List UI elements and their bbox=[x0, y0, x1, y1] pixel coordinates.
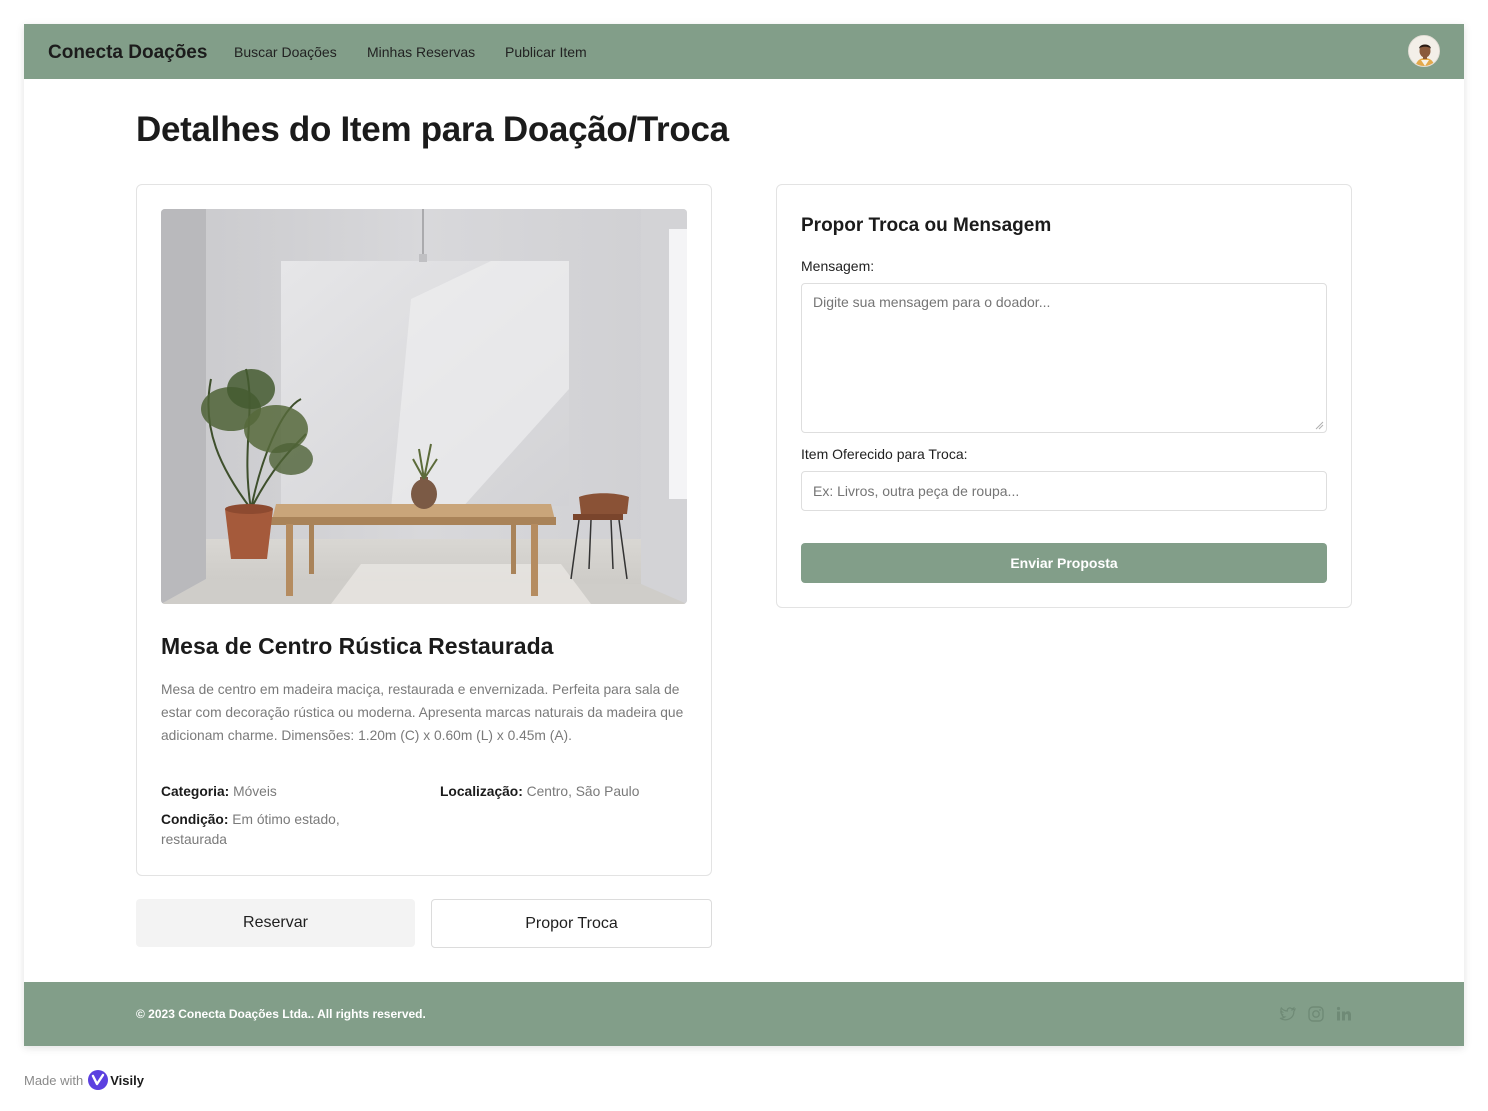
offer-input[interactable] bbox=[801, 471, 1327, 511]
propose-trade-button[interactable]: Propor Troca bbox=[431, 899, 712, 948]
item-details-card: Mesa de Centro Rústica Restaurada Mesa d… bbox=[136, 184, 712, 876]
copyright-text: © 2023 Conecta Doações Ltda.. All rights… bbox=[136, 1007, 426, 1021]
category-field: Categoria: Móveis bbox=[161, 782, 277, 802]
item-photo bbox=[161, 209, 687, 604]
nav-link-publicar-item[interactable]: Publicar Item bbox=[505, 44, 587, 60]
made-with-badge[interactable]: Made with Visily bbox=[24, 1070, 144, 1090]
brand-logo[interactable]: Conecta Doações bbox=[48, 42, 207, 64]
twitter-icon[interactable] bbox=[1279, 1005, 1297, 1023]
resize-handle-icon[interactable] bbox=[1315, 421, 1324, 430]
linkedin-icon[interactable] bbox=[1335, 1005, 1353, 1023]
avatar-image bbox=[1409, 36, 1439, 66]
condition-label: Condição: bbox=[161, 812, 229, 827]
location-label: Localização: bbox=[440, 784, 523, 799]
category-value: Móveis bbox=[233, 784, 277, 799]
location-field: Localização: Centro, São Paulo bbox=[440, 782, 639, 802]
user-avatar[interactable] bbox=[1408, 35, 1440, 67]
item-description: Mesa de centro em madeira maciça, restau… bbox=[161, 682, 684, 743]
condition-field: Condição: Em ótimo estado, restaurada bbox=[161, 810, 376, 850]
top-navbar: Conecta Doações Buscar Doações Minhas Re… bbox=[24, 24, 1464, 79]
message-label: Mensagem: bbox=[801, 258, 875, 274]
nav-link-buscar-doacoes[interactable]: Buscar Doações bbox=[234, 44, 337, 60]
table-room-image bbox=[161, 209, 687, 604]
item-title: Mesa de Centro Rústica Restaurada bbox=[161, 633, 554, 659]
made-with-text: Made with bbox=[24, 1072, 84, 1088]
message-textarea[interactable] bbox=[801, 283, 1327, 433]
visily-brand-text: Visily bbox=[110, 1072, 144, 1088]
app-frame: Conecta Doações Buscar Doações Minhas Re… bbox=[24, 24, 1464, 1046]
offer-label: Item Oferecido para Troca: bbox=[801, 446, 968, 462]
form-title: Propor Troca ou Mensagem bbox=[801, 215, 1052, 236]
nav-link-minhas-reservas[interactable]: Minhas Reservas bbox=[367, 44, 475, 60]
send-proposal-button[interactable]: Enviar Proposta bbox=[801, 543, 1327, 583]
instagram-icon[interactable] bbox=[1307, 1005, 1325, 1023]
visily-logo-icon bbox=[88, 1070, 109, 1090]
footer: © 2023 Conecta Doações Ltda.. All rights… bbox=[24, 982, 1464, 1046]
location-value: Centro, São Paulo bbox=[526, 784, 640, 799]
reserve-button[interactable]: Reservar bbox=[136, 899, 415, 947]
category-label: Categoria: bbox=[161, 784, 230, 799]
proposal-form-card: Propor Troca ou Mensagem Mensagem: Item … bbox=[776, 184, 1352, 608]
page-title: Detalhes do Item para Doação/Troca bbox=[136, 110, 729, 149]
